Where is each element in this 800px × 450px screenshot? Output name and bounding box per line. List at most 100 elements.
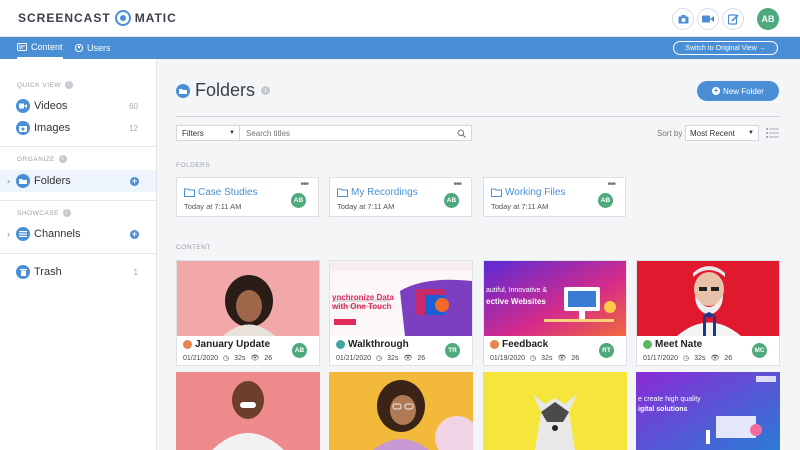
- tab-content[interactable]: Content: [17, 37, 63, 59]
- avatar: AB: [598, 193, 613, 208]
- camera-icon: [678, 14, 688, 23]
- section-organize: ORGANIZE i: [17, 155, 67, 163]
- video-card[interactable]: January Update 01/21/2020 ◷ 32s 👁 26 AB: [176, 260, 320, 366]
- video-title: Meet Nate: [643, 339, 702, 350]
- section-organize-label: ORGANIZE: [17, 155, 55, 163]
- folder-card[interactable]: Case Studies Today at 7:11 AM ••• AB: [176, 177, 319, 217]
- tab-users-label: Users: [87, 43, 111, 53]
- title-divider: [176, 116, 780, 117]
- video-date: 01/21/2020: [183, 354, 219, 362]
- video-views: 26: [724, 354, 733, 362]
- video-date: 01/21/2020: [336, 354, 372, 362]
- folder-card[interactable]: Working Files Today at 7:11 AM ••• AB: [483, 177, 626, 217]
- sidebar-item-folders[interactable]: › Folders +: [0, 170, 156, 192]
- search-icon[interactable]: [457, 129, 466, 138]
- video-thumbnail[interactable]: autiful, Innovative & ective Websites: [484, 261, 626, 336]
- add-channel-icon[interactable]: +: [130, 229, 139, 239]
- folder-icon: [491, 188, 502, 197]
- sidebar-item-count: 60: [129, 101, 138, 111]
- sidebar-divider: [0, 146, 156, 147]
- switch-view-button[interactable]: Switch to Original View →: [673, 41, 778, 55]
- video-title: January Update: [183, 339, 270, 350]
- video-thumbnail[interactable]: [177, 261, 319, 336]
- new-folder-button[interactable]: + New Folder: [697, 81, 779, 101]
- clock-icon: ◷: [376, 355, 383, 362]
- sidebar-item-label: Trash: [34, 266, 62, 278]
- eye-icon: 👁: [250, 355, 260, 362]
- avatar: AB: [444, 193, 459, 208]
- video-card[interactable]: ynchronize Data with One Touch Walkthrou…: [329, 260, 473, 366]
- logo-text-left: SCREENCAST: [18, 11, 111, 25]
- video-thumbnail[interactable]: ynchronize Data with One Touch: [330, 261, 472, 336]
- sidebar-divider: [0, 253, 156, 254]
- video-meta: 01/17/2020 ◷ 32s 👁 26: [643, 354, 733, 363]
- more-options-icon[interactable]: •••: [607, 179, 615, 190]
- video-thumbnail[interactable]: [637, 261, 779, 336]
- list-view-icon[interactable]: [766, 128, 779, 138]
- folder-date: Today at 7:11 AM: [337, 202, 395, 211]
- folder-name-text: Working Files: [505, 187, 566, 198]
- sort-value: Most Recent: [690, 128, 735, 138]
- more-options-icon[interactable]: •••: [453, 179, 461, 190]
- camera-capture-button[interactable]: [672, 8, 694, 30]
- folder-date: Today at 7:11 AM: [491, 202, 549, 211]
- video-icon: [702, 15, 714, 23]
- video-card[interactable]: autiful, Innovative & ective Websites Fe…: [483, 260, 627, 366]
- section-showcase-label: SHOWCASE: [17, 209, 59, 217]
- nav-bar: Content Users Switch to Original View →: [0, 37, 800, 59]
- sidebar-item-videos[interactable]: Videos 60: [0, 95, 156, 117]
- filters-dropdown[interactable]: Filters ▼: [176, 125, 240, 141]
- sidebar-item-label: Videos: [34, 100, 68, 112]
- info-icon[interactable]: i: [65, 81, 74, 89]
- video-title-text: Walkthrough: [348, 339, 409, 350]
- logo-ring-icon: [114, 10, 131, 26]
- sidebar-item-trash[interactable]: Trash 1: [0, 261, 156, 283]
- trash-icon: [16, 265, 30, 279]
- video-card[interactable]: Meet Nate 01/17/2020 ◷ 32s 👁 26 MC: [636, 260, 780, 366]
- info-icon[interactable]: i: [261, 86, 271, 95]
- sidebar-item-images[interactable]: Images 12: [0, 117, 156, 139]
- info-icon[interactable]: i: [62, 209, 71, 217]
- status-dot: [336, 340, 345, 349]
- video-meta: 01/21/2020 ◷ 32s 👁 26: [183, 354, 272, 363]
- video-thumbnail[interactable]: [329, 372, 473, 450]
- sort-select[interactable]: Most Recent ▼: [685, 125, 759, 141]
- filters-label: Filters: [182, 128, 204, 138]
- editor-button[interactable]: [722, 8, 744, 30]
- camera-icon: [16, 121, 30, 135]
- app-logo[interactable]: SCREENCAST MATIC: [18, 10, 177, 26]
- thumb-text: ective Websites: [486, 297, 546, 306]
- video-title: Feedback: [490, 339, 548, 350]
- clock-icon: ◷: [530, 355, 537, 362]
- user-avatar[interactable]: AB: [757, 8, 779, 30]
- section-quick-view: QUICK VIEW i: [17, 81, 74, 89]
- folder-icon: [16, 174, 30, 188]
- video-thumbnail[interactable]: [483, 372, 627, 450]
- folder-name: My Recordings: [337, 187, 418, 198]
- video-thumbnail[interactable]: [176, 372, 320, 450]
- avatar: RT: [599, 343, 614, 358]
- clock-icon: ◷: [683, 355, 690, 362]
- eye-icon: 👁: [403, 355, 413, 362]
- info-icon[interactable]: i: [58, 155, 67, 163]
- search-input[interactable]: [246, 128, 446, 138]
- more-options-icon[interactable]: •••: [300, 179, 308, 190]
- folder-card[interactable]: My Recordings Today at 7:11 AM ••• AB: [329, 177, 472, 217]
- sidebar: QUICK VIEW i Videos 60 Images 12 ORGANIZ…: [0, 59, 157, 450]
- chevron-right-icon[interactable]: ›: [7, 229, 10, 239]
- sidebar-item-channels[interactable]: › Channels +: [0, 223, 156, 245]
- folder-name: Case Studies: [184, 187, 257, 198]
- list-icon: [16, 227, 30, 241]
- video-record-button[interactable]: [697, 8, 719, 30]
- tab-users[interactable]: Users: [75, 37, 111, 59]
- video-duration: 32s: [387, 354, 399, 362]
- add-folder-icon[interactable]: +: [130, 176, 139, 186]
- eye-icon: 👁: [710, 355, 720, 362]
- content-section-label: CONTENT: [176, 244, 211, 251]
- chevron-right-icon[interactable]: ›: [7, 176, 10, 186]
- sidebar-item-label: Channels: [34, 228, 81, 240]
- thumb-text: ynchronize Data with One Touch: [332, 293, 394, 311]
- video-thumbnail[interactable]: e create high quality igital solutions: [636, 372, 780, 450]
- caret-down-icon: ▼: [748, 130, 754, 136]
- content-icon: [17, 43, 27, 51]
